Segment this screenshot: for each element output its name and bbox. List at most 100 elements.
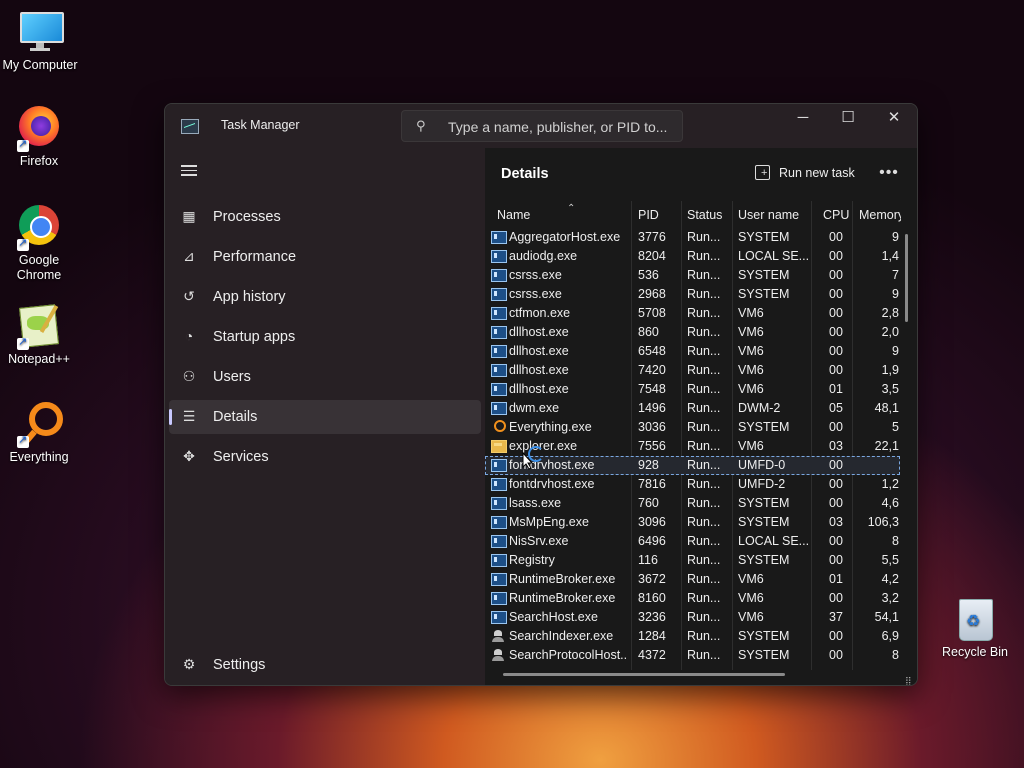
user-name-cell: UMFD-0: [738, 458, 786, 472]
table-row[interactable]: explorer.exe 7556 Run... VM6 03 22,1: [485, 437, 900, 456]
search-icon: ⚲: [416, 118, 426, 133]
column-header-name[interactable]: Name ⌃: [497, 201, 627, 229]
minimize-button[interactable]: ─: [780, 104, 826, 134]
sidebar-item-processes[interactable]: ▦ Processes: [169, 200, 481, 234]
table-row[interactable]: SearchHost.exe 3236 Run... VM6 37 54,1: [485, 608, 900, 627]
close-button[interactable]: ✕: [871, 104, 917, 134]
table-row[interactable]: dllhost.exe 7420 Run... VM6 00 1,9: [485, 361, 900, 380]
table-row[interactable]: SearchIndexer.exe 1284 Run... SYSTEM 00 6,9: [485, 627, 900, 646]
table-row[interactable]: csrss.exe 536 Run... SYSTEM 00 7: [485, 266, 900, 285]
memory-cell: 3,2: [881, 591, 899, 605]
desktop-icon-my-computer[interactable]: My Computer: [0, 10, 80, 72]
sidebar-item-label: Startup apps: [213, 329, 296, 345]
memory-cell: 8: [892, 648, 899, 662]
application-window-icon: [491, 592, 507, 605]
user-name-cell: LOCAL SE...: [738, 249, 808, 263]
table-row[interactable]: dllhost.exe 7548 Run... VM6 01 3,5: [485, 380, 900, 399]
memory-cell: 7: [892, 268, 899, 282]
cpu-cell: 37: [829, 610, 843, 624]
pid-cell: 3236: [638, 610, 666, 624]
status-cell: Run...: [687, 363, 721, 377]
status-cell: Run...: [687, 515, 721, 529]
process-name-cell: SearchIndexer.exe: [509, 629, 614, 643]
sidebar-item-performance[interactable]: ⊿ Performance: [169, 240, 481, 274]
horizontal-scrollbar[interactable]: [503, 673, 785, 676]
status-cell: Run...: [687, 458, 721, 472]
status-cell: Run...: [687, 610, 721, 624]
desktop-icon-google-chrome[interactable]: Google Chrome: [0, 205, 79, 283]
pid-cell: 536: [638, 268, 659, 282]
table-row[interactable]: csrss.exe 2968 Run... SYSTEM 00 9: [485, 285, 900, 304]
table-row[interactable]: NisSrv.exe 6496 Run... LOCAL SE... 00 8: [485, 532, 900, 551]
process-name-cell: audiodg.exe: [509, 249, 578, 263]
table-row[interactable]: Registry 116 Run... SYSTEM 00 5,5: [485, 551, 900, 570]
chrome-icon: [17, 205, 61, 251]
cpu-cell: 00: [829, 591, 843, 605]
column-header-status[interactable]: Status: [687, 201, 735, 229]
service-user-icon: [491, 630, 505, 642]
memory-cell: 4,2: [881, 572, 899, 586]
resize-grip-icon[interactable]: ⣿: [905, 676, 912, 685]
desktop-icon-firefox[interactable]: Firefox: [0, 106, 79, 168]
more-options-button[interactable]: •••: [873, 160, 905, 188]
pid-cell: 2968: [638, 287, 666, 301]
search-input[interactable]: [446, 116, 678, 138]
gear-icon: ⚙: [182, 656, 196, 672]
sidebar-item-startup-apps[interactable]: ◔ Startup apps: [169, 320, 481, 354]
cpu-cell: 00: [829, 249, 843, 263]
sidebar-item-users[interactable]: ⚇ Users: [169, 360, 481, 394]
user-name-cell: SYSTEM: [738, 553, 790, 567]
table-row[interactable]: RuntimeBroker.exe 3672 Run... VM6 01 4,2: [485, 570, 900, 589]
user-name-cell: SYSTEM: [738, 496, 790, 510]
memory-cell: 9: [892, 287, 899, 301]
status-cell: Run...: [687, 534, 721, 548]
application-window-icon: [491, 364, 507, 377]
desktop-icon-label: Notepad++: [8, 352, 70, 366]
column-header-user-name[interactable]: User name: [738, 201, 808, 229]
table-row[interactable]: fontdrvhost.exe 7816 Run... UMFD-2 00 1,2: [485, 475, 900, 494]
table-row[interactable]: RuntimeBroker.exe 8160 Run... VM6 00 3,2: [485, 589, 900, 608]
table-row[interactable]: lsass.exe 760 Run... SYSTEM 00 4,6: [485, 494, 900, 513]
process-name-cell: RuntimeBroker.exe: [509, 591, 616, 605]
column-header-cpu[interactable]: CPU: [823, 201, 851, 229]
table-row[interactable]: AggregatorHost.exe 3776 Run... SYSTEM 00 9: [485, 228, 900, 247]
user-name-cell: VM6: [738, 572, 764, 586]
table-row[interactable]: fontdrvhost.exe 928 Run... UMFD-0 00: [485, 456, 900, 475]
search-box[interactable]: ⚲: [401, 110, 683, 142]
desktop-icon-notepad-plus-plus[interactable]: Notepad++: [0, 304, 79, 366]
sidebar-item-label: Users: [213, 369, 251, 385]
memory-cell: 3,5: [881, 382, 899, 396]
column-header-memory[interactable]: Memory: [859, 201, 901, 229]
status-cell: Run...: [687, 477, 721, 491]
table-row[interactable]: dllhost.exe 6548 Run... VM6 00 9: [485, 342, 900, 361]
sidebar-item-app-history[interactable]: ↺ App history: [169, 280, 481, 314]
table-row[interactable]: MsMpEng.exe 3096 Run... SYSTEM 03 106,3: [485, 513, 900, 532]
process-name-cell: lsass.exe: [509, 496, 562, 510]
desktop-icon-recycle-bin[interactable]: ♻ Recycle Bin: [939, 597, 1011, 659]
everything-magnifier-icon: [491, 420, 506, 432]
table-row[interactable]: Everything.exe 3036 Run... SYSTEM 00 5: [485, 418, 900, 437]
hamburger-menu-icon[interactable]: [179, 162, 199, 178]
table-row[interactable]: ctfmon.exe 5708 Run... VM6 00 2,8: [485, 304, 900, 323]
table-row[interactable]: audiodg.exe 8204 Run... LOCAL SE... 00 1,4: [485, 247, 900, 266]
memory-cell: 1,4: [881, 249, 899, 263]
sidebar-item-details[interactable]: ☰ Details: [169, 400, 481, 434]
sidebar-item-services[interactable]: ✥ Services: [169, 440, 481, 474]
user-name-cell: VM6: [738, 382, 764, 396]
cpu-cell: 05: [829, 401, 843, 415]
title-bar[interactable]: Task Manager ⚲ ─ ☐ ✕: [165, 104, 917, 148]
sidebar-item-settings[interactable]: ⚙ Settings: [169, 648, 481, 682]
status-cell: Run...: [687, 591, 721, 605]
table-row[interactable]: SearchProtocolHost.... 4372 Run... SYSTEM 00…: [485, 646, 900, 665]
vertical-scrollbar[interactable]: [905, 234, 908, 322]
status-cell: Run...: [687, 382, 721, 396]
column-header-pid[interactable]: PID: [638, 201, 678, 229]
performance-chart-icon: ⊿: [183, 248, 195, 264]
memory-cell: 54,1: [874, 610, 899, 624]
table-row[interactable]: dwm.exe 1496 Run... DWM-2 05 48,1: [485, 399, 900, 418]
table-row[interactable]: dllhost.exe 860 Run... VM6 00 2,0: [485, 323, 900, 342]
application-window-icon: [491, 554, 507, 567]
app-history-icon: ↺: [183, 288, 195, 304]
desktop-icon-everything[interactable]: Everything: [0, 402, 79, 464]
maximize-button[interactable]: ☐: [825, 104, 871, 134]
